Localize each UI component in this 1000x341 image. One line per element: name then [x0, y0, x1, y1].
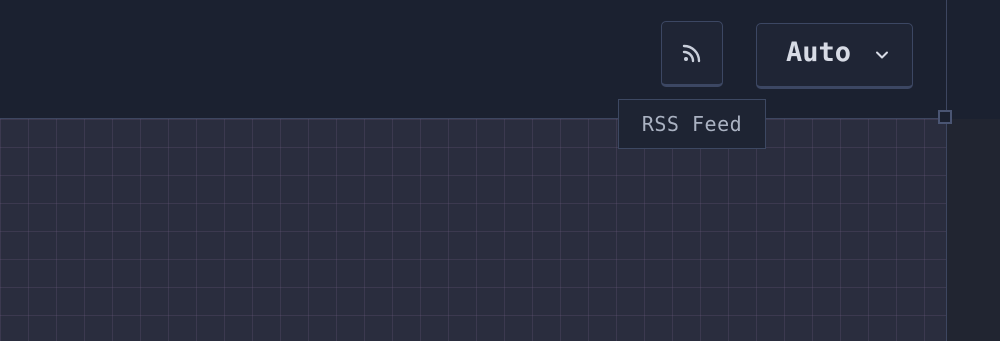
header-divider	[0, 118, 946, 119]
resize-handle[interactable]	[938, 110, 952, 124]
rss-feed-tooltip: RSS Feed	[618, 99, 766, 149]
theme-selector-value: Auto	[786, 37, 852, 68]
vertical-divider	[946, 0, 947, 341]
canvas-grid	[0, 119, 946, 341]
page: RSS Feed Auto	[0, 0, 1000, 341]
rss-icon	[682, 44, 701, 63]
right-panel-bottom	[947, 119, 1000, 341]
chevron-down-icon	[876, 51, 888, 59]
right-panel-top	[947, 0, 1000, 118]
theme-selector[interactable]: Auto	[756, 23, 913, 89]
rss-feed-button[interactable]	[661, 21, 723, 87]
